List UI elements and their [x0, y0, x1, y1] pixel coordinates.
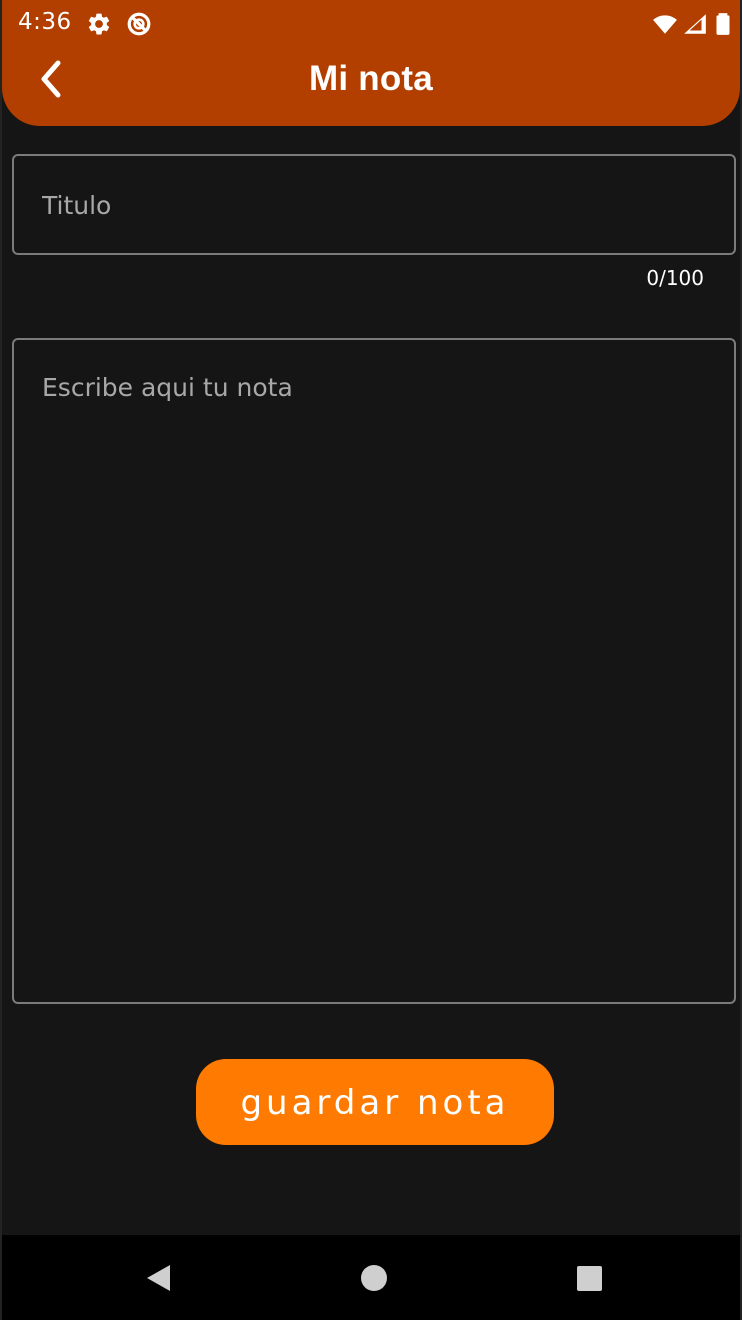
note-field[interactable]	[12, 338, 736, 1004]
system-back-button[interactable]	[142, 1261, 176, 1295]
do-not-disturb-icon	[127, 12, 151, 36]
title-input[interactable]	[42, 187, 702, 223]
system-navigation-bar	[2, 1235, 740, 1320]
home-circle-icon	[361, 1265, 387, 1291]
wifi-icon	[653, 15, 677, 34]
note-editor-screen: 4:36 Mi nota Titulo 0/100 Escribe aqui t…	[0, 0, 742, 1320]
note-textarea[interactable]	[42, 372, 702, 972]
back-triangle-icon	[147, 1265, 170, 1291]
signal-icon	[684, 14, 706, 34]
save-note-button[interactable]: guardar nota	[196, 1059, 554, 1145]
title-character-counter: 0/100	[646, 266, 704, 290]
page-title: Mi nota	[309, 59, 433, 98]
recents-square-icon	[577, 1266, 602, 1291]
status-time: 4:36	[18, 9, 72, 35]
system-recents-button[interactable]	[572, 1261, 606, 1295]
status-bar: 4:36	[2, 0, 740, 48]
settings-icon	[88, 13, 110, 35]
battery-icon	[716, 13, 730, 35]
system-home-button[interactable]	[357, 1261, 391, 1295]
title-field[interactable]	[12, 154, 736, 255]
app-bar: 4:36 Mi nota	[2, 0, 740, 126]
